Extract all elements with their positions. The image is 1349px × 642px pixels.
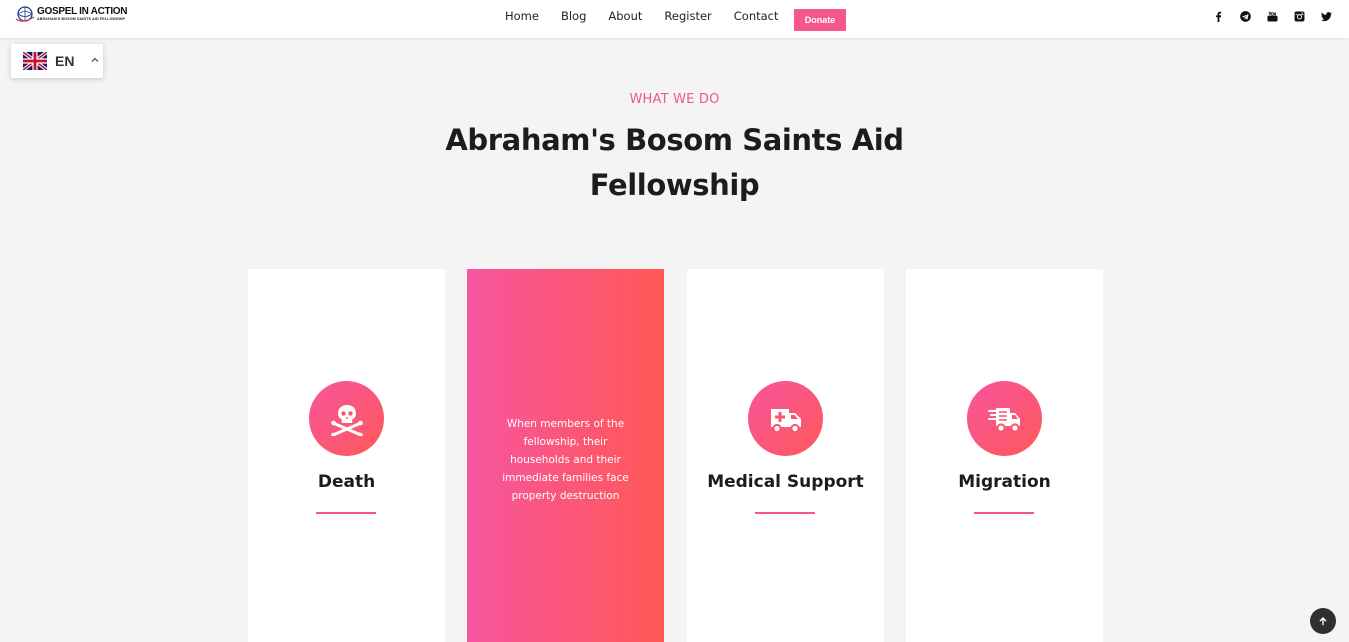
service-card-death[interactable]: Death <box>248 269 445 642</box>
chevron-up-icon <box>91 57 99 62</box>
card-title: Migration <box>958 472 1051 492</box>
language-code: EN <box>55 53 75 69</box>
nav-home[interactable]: Home <box>505 9 539 24</box>
card-description: When members of the fellowship, their ho… <box>502 418 629 502</box>
logo-subtitle: ABRAHAM'S BOSOM SAINTS AID FELLOWSHIP <box>37 17 126 21</box>
facebook-icon[interactable] <box>1213 11 1224 22</box>
section-heading: Abraham's Bosom Saints Aid Fellowship <box>445 123 904 202</box>
social-links <box>1213 11 1332 22</box>
site-logo[interactable]: GOSPEL IN ACTION ABRAHAM'S BOSOM SAINTS … <box>15 4 128 24</box>
card-divider <box>316 512 376 514</box>
uk-flag-icon <box>23 52 47 70</box>
card-icon-circle <box>309 381 384 456</box>
nav-about[interactable]: About <box>608 9 642 24</box>
telegram-icon[interactable] <box>1240 11 1251 22</box>
card-title: Medical Support <box>707 472 864 492</box>
top-navbar: GOSPEL IN ACTION ABRAHAM'S BOSOM SAINTS … <box>0 0 1349 38</box>
skull-crossbones-icon <box>330 404 363 436</box>
service-card-medical[interactable]: Medical Support <box>687 269 884 642</box>
logo-title: GOSPEL IN ACTION <box>37 6 128 17</box>
section-eyebrow: WHAT WE DO <box>629 92 720 107</box>
moving-truck-icon <box>987 407 1020 433</box>
instagram-icon[interactable] <box>1294 11 1305 22</box>
arrow-up-icon <box>1319 617 1327 626</box>
card-title: Death <box>317 472 376 492</box>
nav-register[interactable]: Register <box>664 9 711 24</box>
donate-button[interactable]: Donate <box>794 9 846 31</box>
card-icon-circle <box>967 381 1042 456</box>
nav-contact[interactable]: Contact <box>734 9 779 24</box>
twitter-icon[interactable] <box>1321 11 1332 22</box>
service-card-migration[interactable]: Migration <box>906 269 1103 642</box>
service-card-property[interactable]: When members of the fellowship, their ho… <box>467 269 664 642</box>
card-divider <box>755 512 815 514</box>
card-icon-circle <box>748 381 823 456</box>
globe-logo-icon <box>15 6 35 22</box>
main-nav: Home Blog About Register Contact <box>505 9 801 24</box>
ambulance-icon <box>770 408 801 433</box>
card-divider <box>974 512 1034 514</box>
language-selector[interactable]: EN <box>11 44 103 78</box>
youtube-icon[interactable] <box>1267 11 1278 22</box>
nav-blog[interactable]: Blog <box>561 9 586 24</box>
back-to-top-button[interactable] <box>1310 608 1336 634</box>
